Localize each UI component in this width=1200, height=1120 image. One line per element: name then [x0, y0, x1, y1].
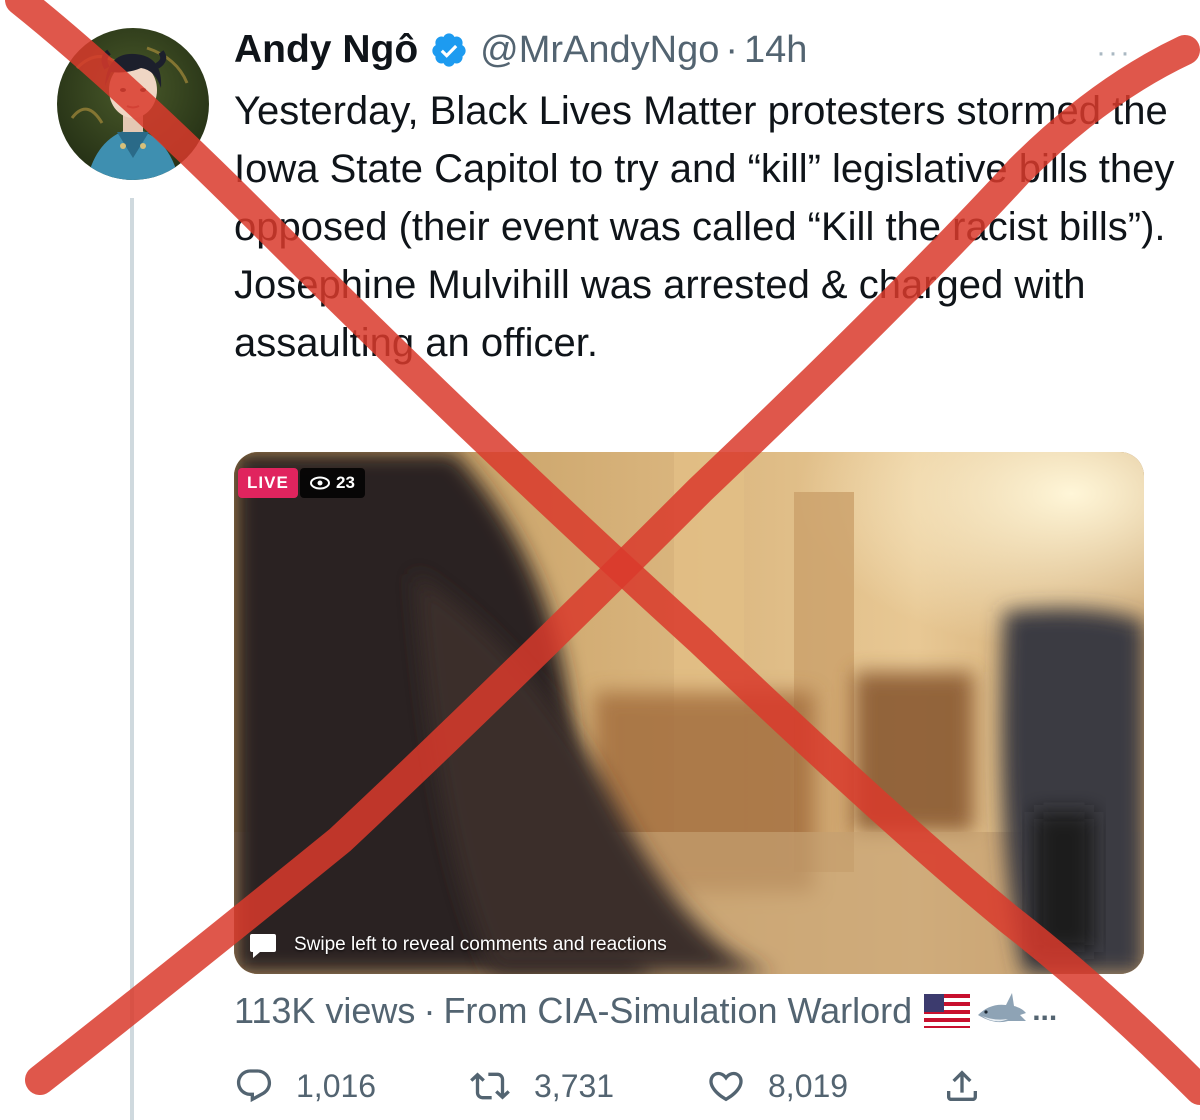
tweet-timestamp[interactable]: 14h	[744, 29, 807, 72]
author-handle[interactable]: @MrAndyNgo	[480, 29, 719, 72]
video-player[interactable]: LIVE 23 Swipe left to reveal comments an…	[234, 452, 1144, 974]
heart-icon	[709, 1071, 743, 1102]
author-display-name[interactable]: Andy Ngô	[234, 28, 418, 72]
eye-icon	[310, 476, 330, 490]
comment-hint-text: Swipe left to reveal comments and reacti…	[294, 934, 667, 955]
view-count: 113K views	[234, 990, 416, 1031]
more-icon[interactable]: ···	[1096, 36, 1132, 70]
video-frame	[234, 452, 1144, 974]
reply-icon	[236, 1069, 272, 1103]
reply-count: 1,016	[296, 1067, 377, 1104]
viewer-count: 23	[336, 473, 355, 492]
like-count: 8,019	[768, 1067, 849, 1104]
us-flag-icon	[924, 994, 971, 1028]
source-overflow: ...	[1032, 994, 1058, 1027]
viewer-count-badge: 23	[300, 468, 365, 498]
share-button[interactable]	[942, 1066, 1004, 1106]
comment-bubble-icon	[250, 934, 276, 958]
avatar-illustration	[57, 28, 209, 180]
meta-separator: ·	[423, 990, 436, 1031]
source-emojis: ...	[924, 991, 1057, 1031]
tweet-header: Andy Ngô @MrAndyNgo · 14h	[234, 22, 807, 78]
retweet-button[interactable]: 3,731	[468, 1066, 614, 1106]
reply-button[interactable]: 1,016	[234, 1066, 376, 1106]
separator-dot: ·	[725, 28, 739, 71]
author-avatar[interactable]	[57, 28, 209, 180]
retweet-icon	[470, 1072, 510, 1100]
tweet-actions: 1,016 3,731 8,019	[234, 1066, 1194, 1120]
source-label[interactable]: From CIA-Simulation Warlord	[443, 990, 912, 1032]
retweet-count: 3,731	[534, 1067, 615, 1104]
share-icon	[947, 1070, 977, 1101]
comment-hint: Swipe left to reveal comments and reacti…	[248, 930, 667, 960]
tweet-text: Yesterday, Black Lives Matter protesters…	[234, 89, 1175, 365]
tweet-meta: 113K views · From CIA-Simulation Warlord…	[234, 990, 1057, 1032]
verified-badge-icon	[430, 31, 468, 69]
thread-line	[130, 198, 134, 1120]
live-badge: LIVE	[238, 468, 298, 498]
like-button[interactable]: 8,019	[706, 1066, 848, 1106]
shark-icon	[978, 993, 1027, 1023]
